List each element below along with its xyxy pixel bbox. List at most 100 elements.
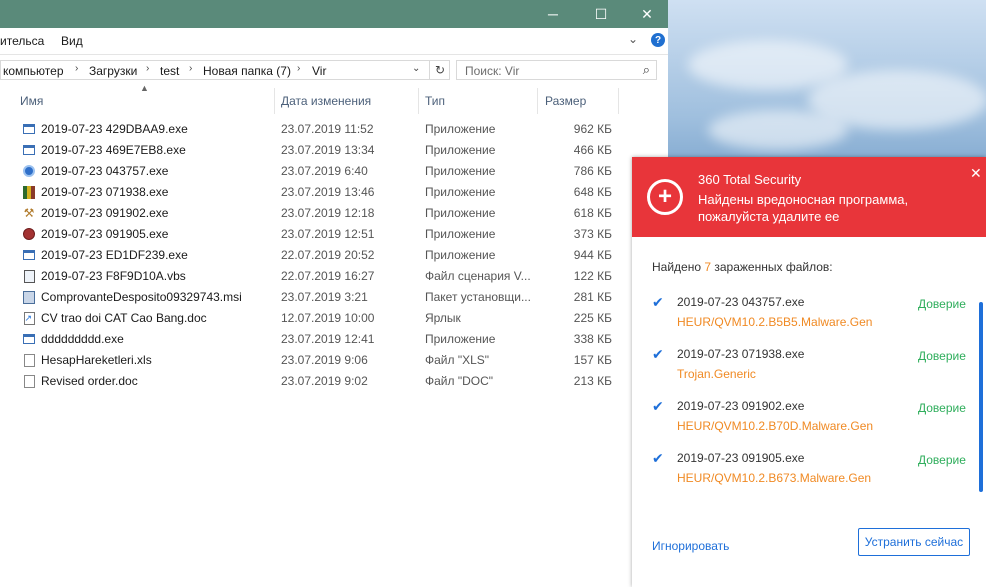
file-size: 157 КБ xyxy=(573,353,612,367)
trust-link[interactable]: Доверие xyxy=(918,297,966,311)
tab-share[interactable]: ительса xyxy=(0,34,44,48)
file-type: Файл сценария V... xyxy=(425,269,531,283)
column-header-size[interactable]: Размер xyxy=(545,94,586,108)
chevron-down-icon[interactable]: ⌄ xyxy=(412,63,420,74)
breadcrumb-item[interactable]: Загрузки xyxy=(89,64,137,78)
alert-app-name: 360 Total Security xyxy=(698,172,802,187)
breadcrumb-item[interactable]: Vir xyxy=(312,64,326,78)
fix-now-button[interactable]: Устранить сейчас xyxy=(858,528,970,556)
file-size: 944 КБ xyxy=(573,248,612,262)
file-name: CV trao doi CAT Cao Bang.doc xyxy=(41,311,207,325)
breadcrumb-item[interactable]: test xyxy=(160,64,179,78)
checkbox-checked-icon[interactable]: ✔ xyxy=(652,450,664,467)
column-header-date[interactable]: Дата изменения xyxy=(281,94,371,108)
checkbox-checked-icon[interactable]: ✔ xyxy=(652,398,664,415)
file-name: 2019-07-23 F8F9D10A.vbs xyxy=(41,269,186,283)
close-icon[interactable]: ✕ xyxy=(970,165,982,182)
threat-detection-name: HEUR/QVM10.2.B70D.Malware.Gen xyxy=(677,419,874,433)
exe-window-icon xyxy=(22,143,36,157)
file-size: 962 КБ xyxy=(573,122,612,136)
file-size: 122 КБ xyxy=(573,269,612,283)
threat-file-name: 2019-07-23 091902.exe xyxy=(677,399,805,413)
file-name: 2019-07-23 429DBAA9.exe xyxy=(41,122,188,136)
file-type: Пакет установщи... xyxy=(425,290,531,304)
file-row[interactable]: 2019-07-23 ED1DF239.exe 22.07.2019 20:52 П… xyxy=(0,245,640,266)
ribbon-tabs: ительса Вид ⌄ ? xyxy=(0,28,668,55)
file-explorer-window: ─ ☐ ✕ ительса Вид ⌄ ? компьютер › Загруз… xyxy=(0,0,668,587)
column-header-type[interactable]: Тип xyxy=(425,94,445,108)
file-row[interactable]: Revised order.doc 23.07.2019 9:02 Файл "DO… xyxy=(0,371,640,392)
file-row[interactable]: 2019-07-23 F8F9D10A.vbs 22.07.2019 16:27 Ф… xyxy=(0,266,640,287)
chevron-right-icon[interactable]: › xyxy=(189,63,192,74)
search-input[interactable]: Поиск: Vir ⌕ xyxy=(456,60,657,80)
file-date: 23.07.2019 3:21 xyxy=(281,290,368,304)
chevron-down-icon[interactable]: ⌄ xyxy=(628,32,638,46)
popup-scrollbar-thumb[interactable] xyxy=(979,302,983,492)
alert-header: + 360 Total Security Найдены вредоносная… xyxy=(632,157,986,237)
file-type: Приложение xyxy=(425,206,496,220)
file-row[interactable]: 2019-07-23 071938.exe 23.07.2019 13:46 При… xyxy=(0,182,640,203)
file-name: ddddddddd.exe xyxy=(41,332,124,346)
threat-item: ✔ 2019-07-23 043757.exe HEUR/QVM10.2.B5B5.… xyxy=(652,294,972,338)
chevron-right-icon[interactable]: › xyxy=(297,63,300,74)
alert-message: Найдены вредоносная программа, пожалуйст… xyxy=(698,192,909,224)
file-row[interactable]: ↗ CV trao doi CAT Cao Bang.doc 12.07.2019 … xyxy=(0,308,640,329)
file-type: Приложение xyxy=(425,122,496,136)
trust-link[interactable]: Доверие xyxy=(918,349,966,363)
file-type: Приложение xyxy=(425,248,496,262)
file-name: 2019-07-23 091902.exe xyxy=(41,206,169,220)
breadcrumb-item[interactable]: компьютер xyxy=(3,64,64,78)
file-type: Файл "XLS" xyxy=(425,353,490,367)
file-name: 2019-07-23 043757.exe xyxy=(41,164,169,178)
file-row[interactable]: HesapHareketleri.xls 23.07.2019 9:06 Файл … xyxy=(0,350,640,371)
infected-count-text: Найдено 7 зараженных файлов: xyxy=(652,260,833,274)
column-divider[interactable] xyxy=(418,88,419,114)
breadcrumb-item[interactable]: Новая папка (7) xyxy=(203,64,291,78)
file-row[interactable]: ⚒ 2019-07-23 091902.exe 23.07.2019 12:18 Пр… xyxy=(0,203,640,224)
column-header-name[interactable]: Имя xyxy=(20,94,43,108)
file-name: ComprovanteDesposito09329743.msi xyxy=(41,290,242,304)
file-type: Приложение xyxy=(425,185,496,199)
minimize-button[interactable]: ─ xyxy=(530,0,576,28)
checkbox-checked-icon[interactable]: ✔ xyxy=(652,346,664,363)
tab-view[interactable]: Вид xyxy=(61,34,83,48)
maximize-button[interactable]: ☐ xyxy=(578,0,624,28)
close-button[interactable]: ✕ xyxy=(624,0,670,28)
count-suffix: зараженных файлов: xyxy=(711,260,833,274)
trust-link[interactable]: Доверие xyxy=(918,401,966,415)
address-bar[interactable]: компьютер › Загрузки › test › Новая папк… xyxy=(0,60,450,80)
threat-file-name: 2019-07-23 043757.exe xyxy=(677,295,805,309)
file-row[interactable]: 2019-07-23 429DBAA9.exe 23.07.2019 11:52 П… xyxy=(0,119,640,140)
help-icon[interactable]: ? xyxy=(651,33,665,47)
column-divider[interactable] xyxy=(537,88,538,114)
exe-window-icon xyxy=(22,332,36,346)
checkbox-checked-icon[interactable]: ✔ xyxy=(652,294,664,311)
red-emblem-icon xyxy=(22,227,36,241)
file-date: 23.07.2019 11:52 xyxy=(281,122,374,136)
chevron-right-icon[interactable]: › xyxy=(75,63,78,74)
file-type: Приложение xyxy=(425,332,496,346)
column-divider[interactable] xyxy=(618,88,619,114)
file-size: 338 КБ xyxy=(573,332,612,346)
refresh-icon[interactable]: ↻ xyxy=(429,61,450,79)
file-date: 23.07.2019 9:06 xyxy=(281,353,368,367)
exe-window-icon xyxy=(22,122,36,136)
file-date: 23.07.2019 12:51 xyxy=(281,227,375,241)
file-name: 2019-07-23 091905.exe xyxy=(41,227,169,241)
file-row[interactable]: ddddddddd.exe 23.07.2019 12:41 Приложение 3… xyxy=(0,329,640,350)
file-row[interactable]: ComprovanteDesposito09329743.msi 23.07.20… xyxy=(0,287,640,308)
360-logo-icon: + xyxy=(647,179,683,215)
file-row[interactable]: 2019-07-23 043757.exe 23.07.2019 6:40 Прил… xyxy=(0,161,640,182)
file-type: Ярлык xyxy=(425,311,461,325)
trust-link[interactable]: Доверие xyxy=(918,453,966,467)
chevron-right-icon[interactable]: › xyxy=(146,63,149,74)
column-divider[interactable] xyxy=(274,88,275,114)
file-row[interactable]: 2019-07-23 091905.exe 23.07.2019 12:51 При… xyxy=(0,224,640,245)
script-file-icon xyxy=(22,269,36,283)
ignore-link[interactable]: Игнорировать xyxy=(652,539,729,553)
search-icon[interactable]: ⌕ xyxy=(643,62,650,78)
blank-file-icon xyxy=(22,374,36,388)
file-row[interactable]: 2019-07-23 469E7EB8.exe 23.07.2019 13:34 П… xyxy=(0,140,640,161)
file-type: Файл "DOC" xyxy=(425,374,494,388)
file-name: Revised order.doc xyxy=(41,374,138,388)
